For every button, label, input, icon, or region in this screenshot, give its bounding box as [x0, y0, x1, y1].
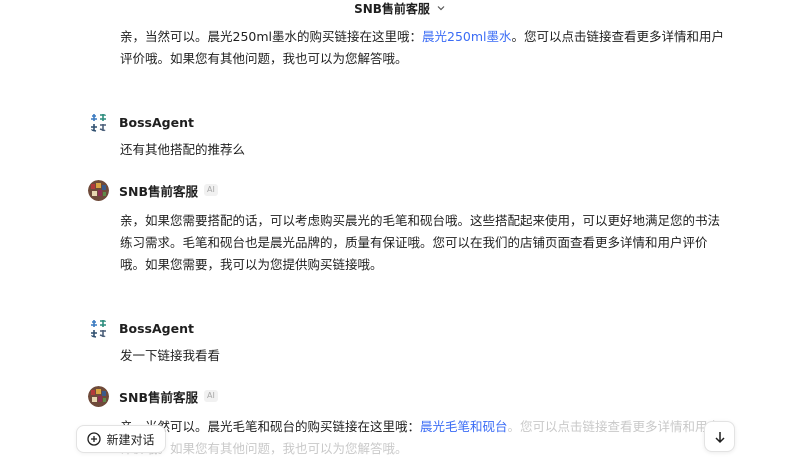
sender-name: SNB售前客服	[119, 183, 198, 199]
user-message-text: 还有其他搭配的推荐么	[120, 142, 246, 157]
user-message-text: 发一下链接我看看	[120, 348, 221, 363]
sender-name: SNB售前客服	[119, 389, 198, 405]
bossagent-avatar	[88, 111, 109, 133]
message-text: 亲，当然可以。晨光250ml墨水的购买链接在这里哦：	[120, 29, 423, 44]
snb-avatar	[88, 179, 109, 201]
chevron-down-icon[interactable]	[436, 3, 446, 13]
ai-badge: AI	[204, 390, 218, 402]
bossagent-avatar	[88, 317, 109, 339]
chat-title: SNB售前客服	[354, 1, 430, 16]
bot-message-text: 亲，如果您需要搭配的话，可以考虑购买晨光的毛笔和砚台哦。这些搭配起来使用，可以更…	[120, 213, 721, 272]
sender-name: BossAgent	[119, 320, 194, 336]
scroll-to-bottom-button[interactable]	[704, 421, 735, 452]
bot-message-text: 亲，当然可以。晨光毛笔和砚台的购买链接在这里哦：晨光毛笔和砚台。您可以点击链接查…	[120, 416, 730, 460]
new-chat-label: 新建对话	[106, 432, 155, 447]
sender-name: BossAgent	[119, 114, 194, 130]
snb-avatar	[88, 385, 109, 407]
new-chat-button[interactable]: 新建对话	[76, 425, 166, 453]
message-sender-user: BossAgent	[88, 317, 194, 339]
message-sender-bot: SNB售前客服 AI	[88, 385, 218, 407]
top-bar: SNB售前客服	[0, 0, 800, 16]
product-link[interactable]: 晨光250ml墨水	[422, 29, 512, 44]
message-sender-user: BossAgent	[88, 111, 194, 133]
arrow-down-icon	[713, 430, 727, 444]
message-sender-bot: SNB售前客服 AI	[88, 179, 218, 201]
plus-circle-icon	[87, 432, 102, 446]
bot-message-text: 亲，当然可以。晨光250ml墨水的购买链接在这里哦：晨光250ml墨水。您可以点…	[120, 26, 730, 70]
product-link[interactable]: 晨光毛笔和砚台	[420, 419, 508, 434]
ai-badge: AI	[204, 184, 218, 196]
